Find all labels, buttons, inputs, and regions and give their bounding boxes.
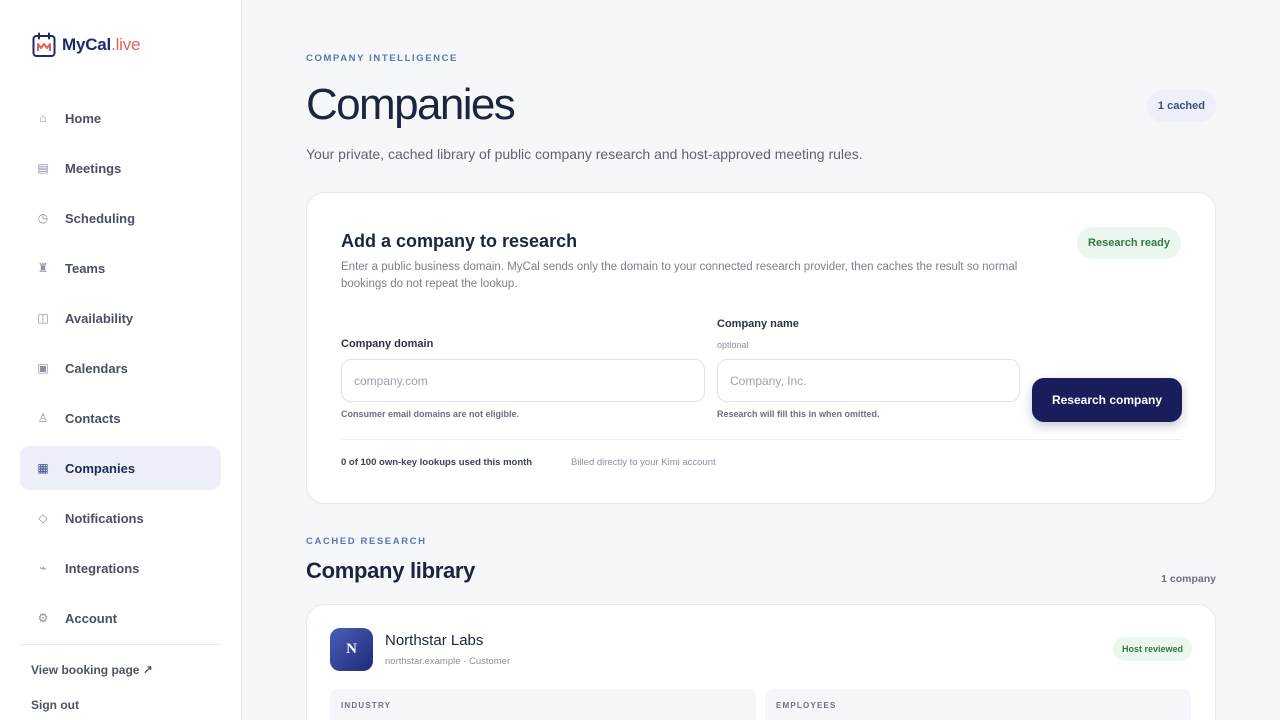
sidebar-item-home[interactable]: ⌂ Home	[20, 96, 221, 140]
company-card[interactable]: N Northstar Labs northstar.example · Cus…	[306, 604, 1216, 720]
sidebar-item-calendars[interactable]: ▣ Calendars	[20, 346, 221, 390]
sign-out-link[interactable]: Sign out	[31, 698, 79, 712]
availability-icon: ◫	[37, 311, 49, 325]
calendar-icon: ▣	[37, 361, 49, 375]
sidebar-item-label: Home	[65, 110, 102, 126]
research-card-title: Add a company to research	[341, 231, 578, 251]
company-domain-label: Company domain	[341, 338, 434, 350]
card-divider	[341, 439, 1181, 440]
sidebar-item-contacts[interactable]: ♙ Contacts	[20, 396, 221, 440]
teams-icon: ♜	[37, 261, 49, 275]
plug-icon: ⌁	[39, 561, 47, 575]
sidebar-item-integrations[interactable]: ⌁ Integrations	[20, 546, 221, 590]
list-icon: ▤	[37, 161, 49, 175]
sidebar-divider	[20, 644, 221, 645]
library-eyebrow: CACHED RESEARCH	[306, 536, 427, 547]
sidebar-item-teams[interactable]: ♜ Teams	[20, 246, 221, 290]
company-name-label: Company name	[717, 318, 799, 330]
sidebar-item-companies[interactable]: ▦ Companies	[20, 446, 221, 490]
sidebar-item-label: Teams	[65, 260, 106, 276]
company-count: 1 company	[1161, 573, 1216, 585]
research-company-button[interactable]: Research company	[1032, 378, 1182, 422]
view-booking-page-link[interactable]: View booking page ↗	[31, 663, 153, 677]
sidebar-item-scheduling[interactable]: ◷ Scheduling	[20, 196, 221, 240]
company-domain-help: Consumer email domains are not eligible.	[341, 409, 520, 419]
cached-count-badge: 1 cached	[1146, 90, 1216, 122]
sidebar-item-label: Companies	[65, 460, 136, 476]
company-meta: northstar.example · Customer	[385, 656, 511, 667]
sidebar-item-label: Account	[65, 610, 117, 626]
sidebar-nav: ⌂ Home ▤ Meetings ◷ Scheduling ♜ Teams ◫…	[20, 96, 221, 646]
contacts-icon: ♙	[37, 411, 49, 425]
sidebar-item-label: Availability	[65, 310, 134, 326]
lookup-usage: 0 of 100 own-key lookups used this month	[341, 457, 533, 468]
sidebar-item-label: Contacts	[65, 410, 121, 426]
page-subtitle: Your private, cached library of public c…	[306, 146, 863, 162]
company-name-optional: optional	[717, 340, 749, 350]
company-name-input[interactable]	[717, 359, 1020, 402]
company-name-help: Research will fill this in when omitted.	[717, 409, 880, 419]
sidebar-item-label: Meetings	[65, 160, 122, 176]
employees-stat: EMPLOYEES	[765, 689, 1191, 720]
sidebar-item-label: Scheduling	[65, 210, 136, 226]
sidebar-item-label: Notifications	[65, 510, 144, 526]
company-avatar: N	[330, 628, 373, 671]
library-title: Company library	[306, 558, 476, 583]
page-eyebrow: COMPANY INTELLIGENCE	[306, 53, 458, 64]
bell-icon: ◇	[38, 511, 48, 525]
calendar-logo-icon	[32, 32, 56, 57]
research-card-description: Enter a public business domain. MyCal se…	[341, 261, 1018, 290]
gear-icon: ⚙	[37, 611, 49, 625]
sidebar-item-availability[interactable]: ◫ Availability	[20, 296, 221, 340]
sidebar-item-label: Calendars	[65, 360, 128, 376]
building-icon: ▦	[37, 461, 49, 475]
billing-note: Billed directly to your Kimi account	[571, 457, 716, 468]
company-domain-input[interactable]	[341, 359, 705, 402]
sidebar-item-notifications[interactable]: ◇ Notifications	[20, 496, 221, 540]
sidebar-item-meetings[interactable]: ▤ Meetings	[20, 146, 221, 190]
company-name[interactable]: Northstar Labs	[385, 632, 483, 649]
home-icon: ⌂	[39, 111, 47, 125]
sidebar: MyCal.live ⌂ Home ▤ Meetings ◷ Schedulin…	[0, 0, 242, 720]
industry-stat: INDUSTRY	[330, 689, 756, 720]
page-title: Companies	[306, 80, 516, 129]
brand-logo[interactable]: MyCal.live	[32, 32, 141, 58]
sidebar-item-account[interactable]: ⚙ Account	[20, 596, 221, 640]
research-status-badge: Research ready	[1077, 227, 1181, 259]
industry-label: INDUSTRY	[341, 701, 392, 710]
clock-icon: ◷	[37, 211, 49, 225]
sidebar-item-label: Integrations	[65, 560, 140, 576]
research-card: Add a company to research Enter a public…	[306, 192, 1216, 504]
brand-name: MyCal.live	[62, 35, 141, 54]
employees-label: EMPLOYEES	[776, 701, 837, 710]
host-reviewed-badge: Host reviewed	[1112, 637, 1192, 661]
